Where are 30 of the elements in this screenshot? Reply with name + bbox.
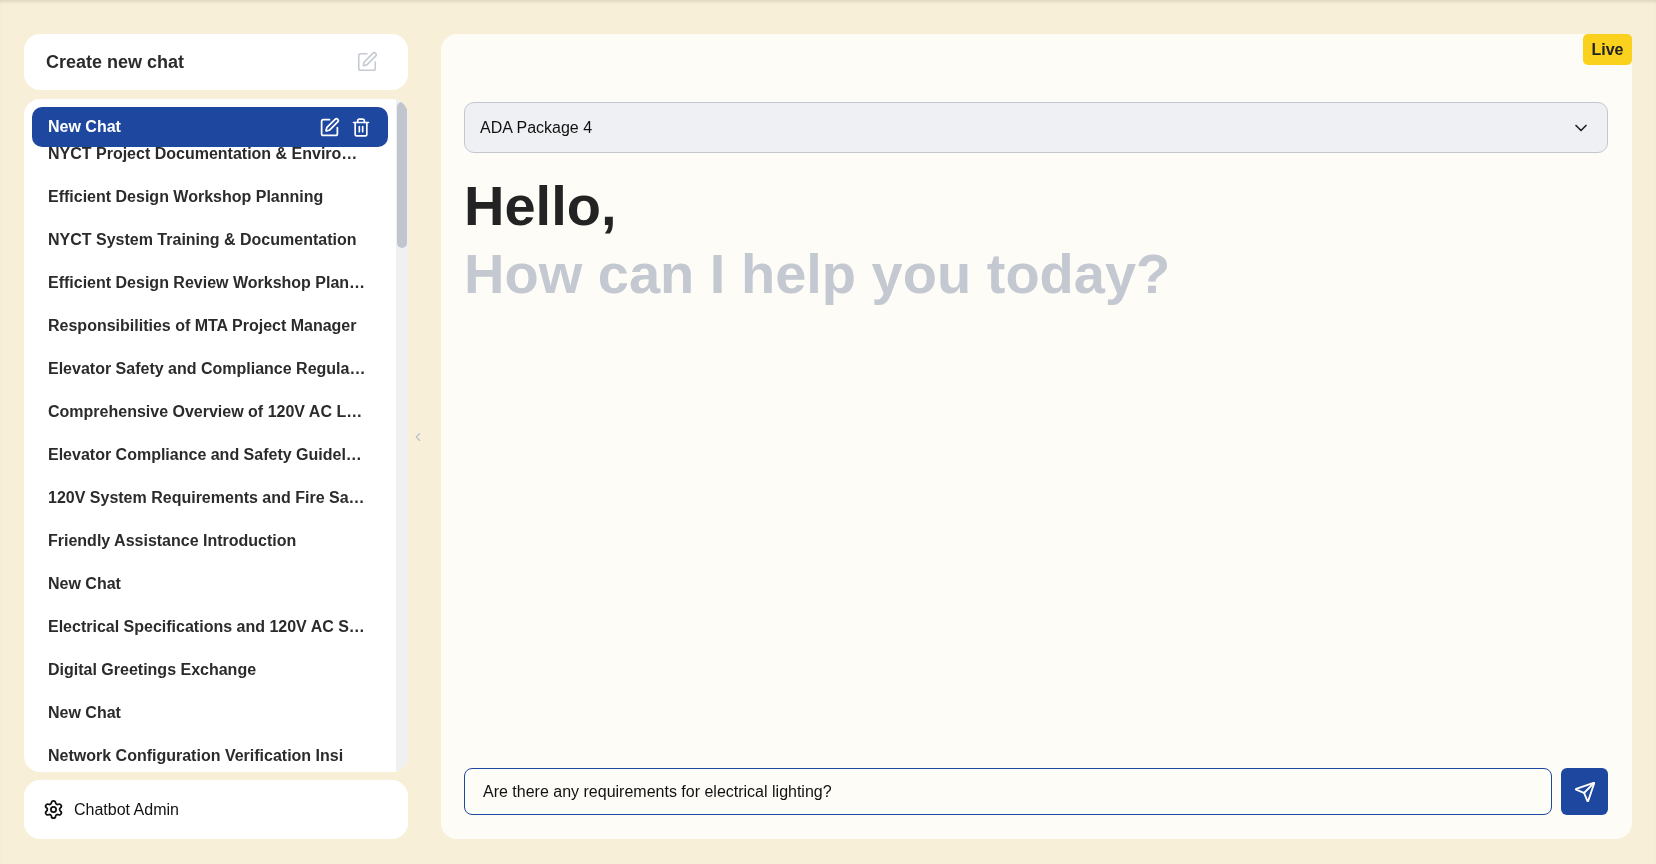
send-button[interactable] xyxy=(1561,768,1608,815)
chat-list-item[interactable]: Efficient Design Review Workshop Plan… xyxy=(48,274,366,292)
pencil-square-icon xyxy=(356,51,378,73)
message-input[interactable]: Are there any requirements for electrical lighting? xyxy=(464,768,1552,815)
status-badge: Live xyxy=(1583,34,1632,65)
chat-list-item[interactable]: Elevator Compliance and Safety Guidel… xyxy=(48,446,362,464)
greeting-subheading: How can I help you today? xyxy=(464,241,1171,307)
scrollbar-thumb[interactable] xyxy=(397,102,407,248)
package-select[interactable]: ADA Package 4 xyxy=(464,102,1608,153)
chat-list-item[interactable]: Elevator Safety and Compliance Regula… xyxy=(48,360,366,378)
chat-list-item[interactable]: Digital Greetings Exchange xyxy=(48,661,257,679)
new-chat-button[interactable]: Create new chat xyxy=(24,34,408,90)
admin-button[interactable]: Chatbot Admin xyxy=(24,780,408,839)
greeting-heading: Hello, xyxy=(464,173,617,239)
chat-list-item[interactable]: NYCT Project Documentation & Enviro… xyxy=(48,145,358,163)
chat-list-item[interactable]: Comprehensive Overview of 120V AC L… xyxy=(48,403,363,421)
chat-list-item[interactable]: NYCT System Training & Documentation xyxy=(48,231,357,249)
settings-icon xyxy=(43,799,64,820)
trash-icon[interactable] xyxy=(351,116,371,138)
send-icon xyxy=(1573,780,1596,803)
chat-list-item[interactable]: Network Configuration Verification Insi xyxy=(48,747,344,765)
chat-list-item[interactable]: Friendly Assistance Introduction xyxy=(48,532,297,550)
chat-list-item[interactable]: Electrical Specifications and 120V AC S… xyxy=(48,618,365,636)
chat-list-item[interactable]: Responsibilities of MTA Project Manager xyxy=(48,317,357,335)
chat-list-item[interactable]: New Chat xyxy=(48,575,121,593)
chat-list-item[interactable]: New Chat xyxy=(48,704,121,722)
pencil-square-icon[interactable] xyxy=(319,116,340,138)
chat-list-item[interactable]: Efficient Design Workshop Planning xyxy=(48,188,324,206)
chat-list-item[interactable]: 120V System Requirements and Fire Sa… xyxy=(48,489,365,507)
chat-list-item[interactable]: New Chat xyxy=(32,107,388,147)
